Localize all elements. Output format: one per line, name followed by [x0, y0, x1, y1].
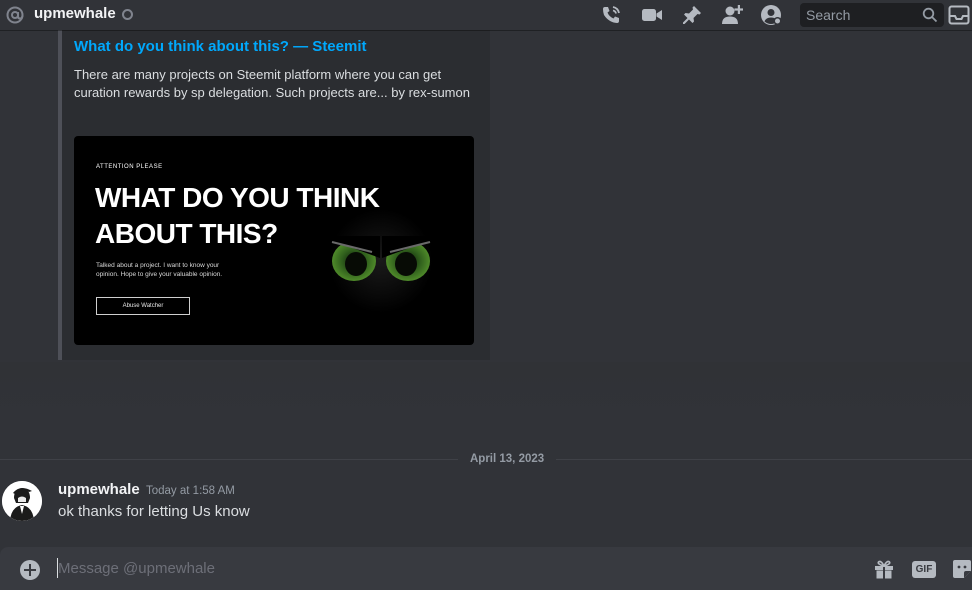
search-input[interactable]	[800, 3, 920, 27]
search-icon	[922, 7, 938, 23]
image-button: Abuse Watcher	[96, 297, 190, 315]
embed-title-link[interactable]: What do you think about this? — Steemit	[74, 38, 367, 56]
message-author[interactable]: upmewhale	[58, 481, 140, 499]
message-content: ok thanks for letting Us know	[58, 503, 250, 520]
gift-icon[interactable]	[873, 558, 895, 580]
avatar[interactable]	[2, 481, 42, 521]
image-subtext-line1: Talked about a project. I want to know y…	[96, 262, 220, 269]
avatar-image	[2, 481, 42, 521]
plus-icon[interactable]	[20, 560, 40, 580]
channel-header: upmewhale	[0, 0, 972, 30]
user-profile-icon[interactable]	[760, 4, 782, 26]
scroll-fade	[0, 362, 972, 422]
search-bar[interactable]	[800, 3, 944, 27]
message-composer: GIF	[0, 547, 972, 590]
at-sign-icon	[6, 6, 24, 24]
date-divider-label: April 13, 2023	[470, 453, 545, 465]
embed-image[interactable]: ATTENTION PLEASE WHAT DO YOU THINK ABOUT…	[74, 136, 474, 345]
message-input[interactable]	[58, 555, 838, 581]
discord-dm-window: upmewhale Search What do you think about…	[0, 0, 972, 590]
image-subtext: Talked about a project. I want to know y…	[96, 261, 286, 279]
date-divider-left	[0, 459, 458, 460]
gif-icon[interactable]: GIF	[912, 561, 936, 578]
image-kicker: ATTENTION PLEASE	[96, 164, 163, 170]
date-divider-right	[556, 459, 972, 460]
message-timestamp: Today at 1:58 AM	[146, 485, 235, 497]
pin-icon[interactable]	[681, 4, 703, 26]
inbox-icon[interactable]	[948, 5, 970, 25]
sticker-icon[interactable]	[952, 558, 972, 580]
voice-call-icon[interactable]	[600, 4, 622, 26]
status-offline-icon	[122, 9, 133, 20]
image-subtext-line2: opinion. Hope to give your valuable opin…	[96, 271, 223, 278]
video-call-icon[interactable]	[641, 4, 663, 26]
embed-description: There are many projects on Steemit platf…	[74, 67, 470, 100]
add-friend-icon[interactable]	[721, 4, 743, 26]
angry-eyes-illustration	[328, 209, 434, 313]
dm-name: upmewhale	[34, 5, 116, 22]
